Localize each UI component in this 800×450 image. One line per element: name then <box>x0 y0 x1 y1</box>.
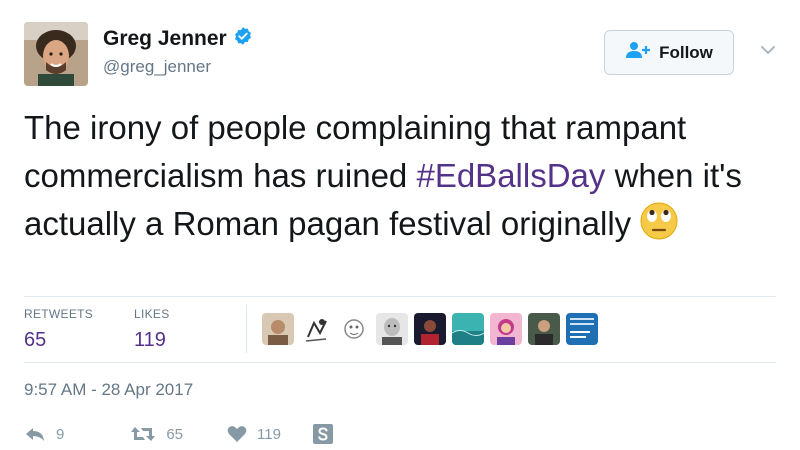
follow-button-label: Follow <box>659 42 713 62</box>
stumbleupon-icon <box>312 424 333 444</box>
verified-badge-icon <box>233 26 253 52</box>
tweet-actions: 9 65 119 <box>24 424 333 444</box>
stats-top-divider <box>24 296 776 297</box>
retweet-icon <box>130 425 156 443</box>
author-display-name[interactable]: Greg Jenner <box>103 27 227 51</box>
retweet-count: 65 <box>166 425 184 443</box>
reply-icon <box>24 426 46 442</box>
liker-avatar[interactable] <box>528 313 560 345</box>
liker-avatar[interactable] <box>414 313 446 345</box>
hashtag-link[interactable]: #EdBallsDay <box>416 157 605 194</box>
liker-avatar[interactable] <box>338 313 370 345</box>
liker-avatar[interactable] <box>452 313 484 345</box>
retweets-label: RETWEETS <box>24 307 94 321</box>
liker-avatar[interactable] <box>300 313 332 345</box>
retweets-count[interactable]: 65 <box>24 329 93 352</box>
liker-avatar[interactable] <box>490 313 522 345</box>
tweet-text: The irony of people complaining that ram… <box>24 104 784 248</box>
author-name[interactable]: Greg Jenner <box>103 26 253 52</box>
tweet-timestamp[interactable]: 9:57 AM - 28 Apr 2017 <box>24 380 193 400</box>
liker-avatars <box>262 313 598 345</box>
follow-user-icon <box>625 41 651 64</box>
heart-icon <box>227 425 247 443</box>
retweets-stat[interactable]: RETWEETS 65 <box>24 307 93 352</box>
liker-avatar[interactable] <box>376 313 408 345</box>
reply-button[interactable]: 9 <box>24 426 64 443</box>
stumbleupon-share-button[interactable] <box>312 424 333 444</box>
like-button[interactable]: 119 <box>227 425 281 443</box>
retweet-button[interactable]: 65 <box>130 425 183 443</box>
liker-avatar[interactable] <box>566 313 598 345</box>
likes-count[interactable]: 119 <box>134 329 170 352</box>
rolling-eyes-emoji-icon <box>639 201 679 241</box>
chevron-down-icon[interactable] <box>758 40 778 60</box>
follow-button[interactable]: Follow <box>604 30 734 75</box>
reply-count: 9 <box>56 425 65 443</box>
stats-separator <box>246 305 247 353</box>
stats-bottom-divider <box>24 362 776 363</box>
liker-avatar[interactable] <box>262 313 294 345</box>
like-count: 119 <box>257 425 281 443</box>
author-handle[interactable]: @greg_jenner <box>103 57 211 77</box>
author-avatar[interactable] <box>24 22 88 86</box>
likes-label: LIKES <box>134 307 170 321</box>
likes-stat[interactable]: LIKES 119 <box>134 307 170 352</box>
